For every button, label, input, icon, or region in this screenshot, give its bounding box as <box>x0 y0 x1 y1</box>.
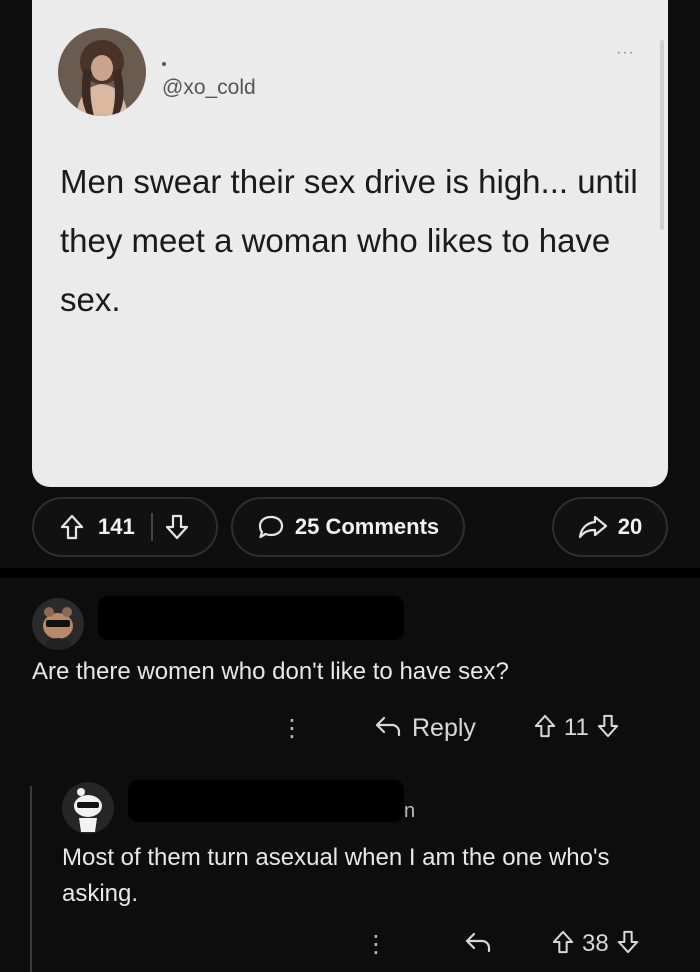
upvote-icon[interactable] <box>534 714 556 743</box>
share-button[interactable]: 20 <box>552 497 668 557</box>
comment-text: Are there women who don't like to have s… <box>32 658 509 685</box>
reply-avatar[interactable] <box>62 782 114 834</box>
card-scrollbar <box>660 40 664 230</box>
verified-dot <box>162 62 166 66</box>
vote-divider <box>150 513 153 541</box>
downvote-icon[interactable] <box>165 514 189 540</box>
redacted-username <box>98 596 404 640</box>
reply-button[interactable]: Reply <box>412 714 476 743</box>
tweet-card: @xo_cold ··· Men swear their sex drive i… <box>32 0 668 487</box>
tweet-avatar <box>58 28 146 116</box>
redacted-username <box>128 780 404 822</box>
comment-bubble-icon <box>257 514 285 540</box>
more-vertical-icon[interactable]: ⋮ <box>280 714 304 743</box>
reddit-post-screen: @xo_cold ··· Men swear their sex drive i… <box>0 0 700 972</box>
more-options-icon[interactable]: ··· <box>616 44 635 62</box>
reply-actions: ⋮ 38 <box>364 924 639 964</box>
upvote-icon[interactable] <box>552 930 574 959</box>
share-arrow-icon <box>578 514 608 540</box>
tweet-handle: @xo_cold <box>162 76 256 99</box>
reply-icon[interactable] <box>464 930 492 959</box>
vote-pill: 141 <box>32 497 218 557</box>
downvote-icon[interactable] <box>597 714 619 743</box>
comments-label: 25 Comments <box>294 514 440 539</box>
comments-button[interactable]: 25 Comments <box>231 497 465 557</box>
share-count: 20 <box>617 514 643 539</box>
reply-icon[interactable] <box>374 714 402 743</box>
upvote-icon[interactable] <box>60 514 84 540</box>
username-tail: n <box>404 800 416 822</box>
reply-text: Most of them turn asexual when I am the … <box>62 844 610 907</box>
tweet-text: Men swear their sex drive is high... unt… <box>60 163 638 318</box>
thread-line <box>30 786 32 972</box>
section-separator <box>0 568 700 578</box>
comment-score: 11 <box>563 714 589 741</box>
comment-avatar[interactable] <box>32 598 84 650</box>
upvote-count: 141 <box>98 514 135 539</box>
downvote-icon[interactable] <box>617 930 639 959</box>
more-vertical-icon[interactable]: ⋮ <box>364 930 388 959</box>
reply-score: 38 <box>582 930 609 957</box>
comment-actions: ⋮ Reply 11 <box>280 708 619 748</box>
